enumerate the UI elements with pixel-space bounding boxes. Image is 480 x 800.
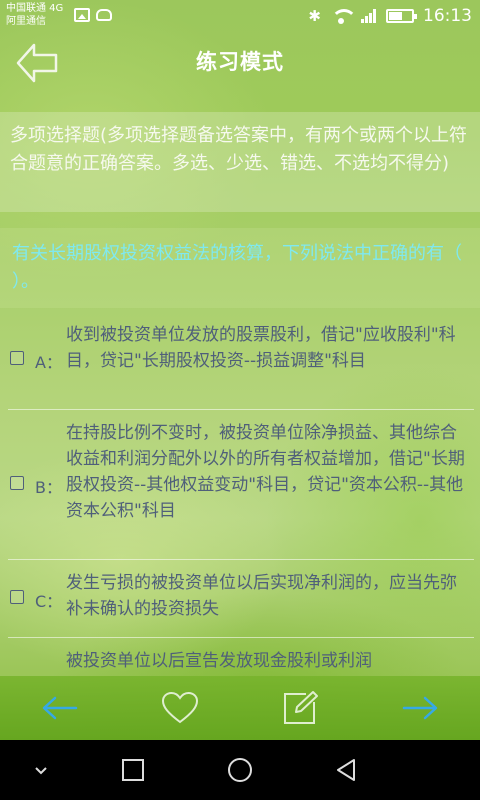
carrier-line-2: 阿里通信 xyxy=(6,16,46,27)
wifi-icon xyxy=(330,9,357,24)
app-screen: 中国联通 4G 阿里通信 ✱ 16:13 练习模式 多项选择题(多项选择题备选答… xyxy=(0,0,480,740)
carrier-line-1: 中国联通 4G xyxy=(6,3,64,14)
options-list: A： 收到被投资单位发放的股票股利，借记"应收股利"科目，贷记"长期股权投资--… xyxy=(0,312,480,698)
question-stem: 有关长期股权投资权益法的核算，下列说法中正确的有（ ）。 xyxy=(0,228,480,308)
cat-icon xyxy=(96,9,112,21)
system-nav-bar xyxy=(0,740,480,800)
option-c-letter: C： xyxy=(35,592,63,611)
status-time: 16:13 xyxy=(423,6,472,26)
chevron-down-icon[interactable] xyxy=(26,755,56,785)
page-title: 练习模式 xyxy=(196,50,284,74)
option-c-text: 发生亏损的被投资单位以后实现净利润的，应当先弥补未确认的投资损失 xyxy=(66,573,457,619)
bluetooth-icon: ✱ xyxy=(308,6,321,25)
option-d-text: 被投资单位以后宣告发放现金股利或利润 xyxy=(66,651,372,671)
carrier-info: 中国联通 4G 阿里通信 xyxy=(6,2,63,28)
option-a[interactable]: A： 收到被投资单位发放的股票股利，借记"应收股利"科目，贷记"长期股权投资--… xyxy=(8,312,474,410)
action-bar xyxy=(0,676,480,740)
option-b-checkbox[interactable] xyxy=(10,476,24,490)
option-c[interactable]: C： 发生亏损的被投资单位以后实现净利润的，应当先弥补未确认的投资损失 xyxy=(8,560,474,638)
status-icons: ✱ 16:13 xyxy=(308,4,472,28)
option-b[interactable]: B： 在持股比例不变时，被投资单位除净损益、其他综合收益和利润分配外以外的所有者… xyxy=(8,410,474,560)
app-header: 练习模式 xyxy=(0,32,480,94)
option-c-checkbox[interactable] xyxy=(10,590,24,604)
arrow-left-icon[interactable] xyxy=(40,688,80,728)
home-circle-icon[interactable] xyxy=(225,755,255,785)
question-type-description: 多项选择题(多项选择题备选答案中，有两个或两个以上符合题意的正确答案。多选、少选… xyxy=(0,112,480,212)
recents-square-icon[interactable] xyxy=(118,755,148,785)
back-triangle-icon[interactable] xyxy=(332,755,362,785)
status-bar: 中国联通 4G 阿里通信 ✱ 16:13 xyxy=(0,0,480,32)
battery-level xyxy=(389,12,402,20)
arrow-right-icon[interactable] xyxy=(400,688,440,728)
signal-icon xyxy=(361,9,377,23)
option-a-letter: A： xyxy=(35,353,62,372)
option-a-checkbox[interactable] xyxy=(10,351,24,365)
option-b-letter: B： xyxy=(35,478,62,497)
gallery-icon xyxy=(74,8,90,22)
heart-icon[interactable] xyxy=(160,688,200,728)
edit-icon[interactable] xyxy=(280,688,320,728)
option-a-text: 收到被投资单位发放的股票股利，借记"应收股利"科目，贷记"长期股权投资--损益调… xyxy=(66,325,456,371)
option-b-text: 在持股比例不变时，被投资单位除净损益、其他综合收益和利润分配外以外的所有者权益增… xyxy=(66,423,465,521)
battery-charging-icon xyxy=(386,9,417,23)
